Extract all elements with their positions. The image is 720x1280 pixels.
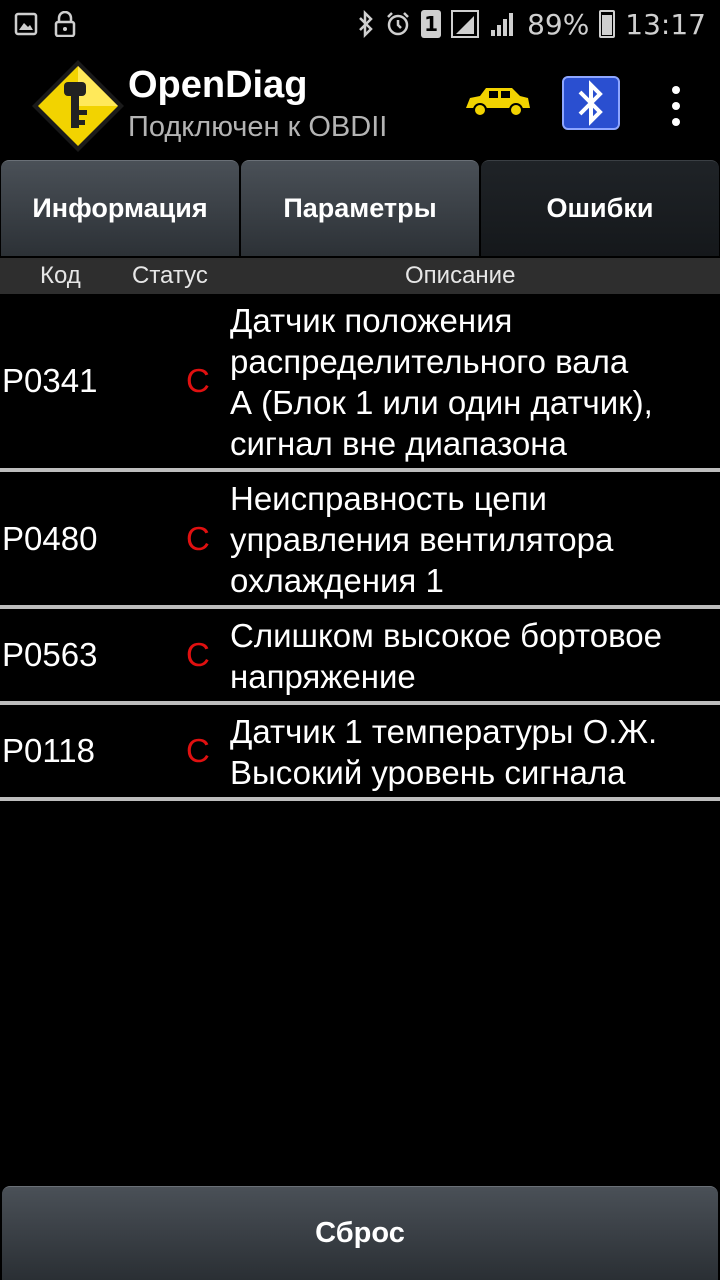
error-status: C — [186, 636, 210, 673]
error-code: P0118 — [2, 732, 95, 769]
table-header: Код Статус Описание — [0, 258, 720, 294]
connection-status: Подключен к OBDII — [128, 111, 388, 143]
status-bar: 1 89% 13:17 — [0, 0, 720, 48]
error-description: Слишком высокое бортовое напряжение — [230, 617, 663, 695]
column-description: Описание — [405, 262, 516, 289]
app-title: OpenDiag — [128, 64, 308, 106]
table-row[interactable]: P0480 C Неисправность цепи управления ве… — [0, 472, 720, 609]
more-options-icon[interactable] — [664, 84, 688, 128]
column-status: Статус — [132, 262, 208, 289]
error-list: P0341 C Датчик положения распределительн… — [0, 294, 720, 801]
sim-icon: 1 — [421, 10, 442, 38]
error-description: Датчик 1 температуры О.Ж. Высокий уровен… — [230, 713, 658, 791]
bluetooth-icon[interactable] — [562, 76, 620, 130]
tab-information[interactable]: Информация — [1, 160, 239, 256]
error-code: P0563 — [2, 636, 98, 673]
table-row[interactable]: P0341 C Датчик положения распределительн… — [0, 294, 720, 472]
clock: 13:17 — [625, 7, 706, 41]
reset-button[interactable]: Сброс — [2, 1186, 718, 1280]
signal-icon — [451, 10, 480, 38]
table-row[interactable]: P0118 C Датчик 1 температуры О.Ж. Высоки… — [0, 705, 720, 801]
column-code: Код — [40, 262, 81, 289]
tab-errors[interactable]: Ошибки — [481, 160, 719, 256]
battery-percent: 89% — [527, 7, 590, 41]
error-status: C — [186, 519, 210, 557]
signal-icon-2 — [489, 10, 517, 38]
error-description: Неисправность цепи управления вентилятор… — [230, 480, 614, 599]
car-icon[interactable] — [462, 84, 532, 120]
gallery-icon — [14, 12, 38, 36]
app-logo-icon — [32, 60, 124, 152]
error-code: P0480 — [2, 519, 98, 557]
error-description: Датчик положения распределительного вала… — [230, 302, 653, 462]
bluetooth-icon — [357, 10, 375, 38]
error-code: P0341 — [2, 362, 98, 399]
action-bar: OpenDiag Подключен к OBDII — [0, 48, 720, 160]
tab-bar: Информация Параметры Ошибки — [0, 160, 720, 256]
alarm-icon — [385, 11, 411, 37]
lock-icon — [54, 11, 76, 37]
battery-icon — [599, 10, 616, 38]
error-status: C — [186, 362, 210, 399]
table-row[interactable]: P0563 C Слишком высокое бортовое напряже… — [0, 609, 720, 705]
tab-parameters[interactable]: Параметры — [241, 160, 479, 256]
error-status: C — [186, 732, 210, 769]
